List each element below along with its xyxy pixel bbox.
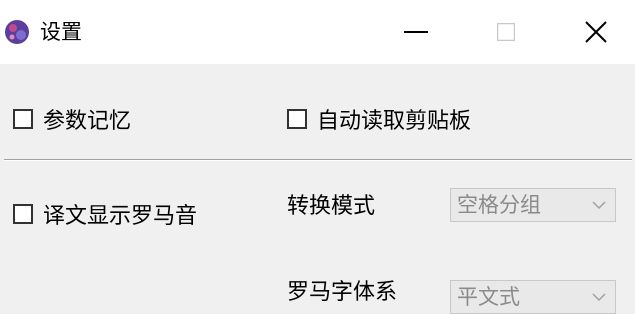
checkbox-box[interactable] [287, 109, 307, 129]
romaji-system-label: 罗马字体系 [287, 280, 398, 305]
maximize-icon [497, 23, 515, 41]
checkbox-box[interactable] [13, 109, 33, 129]
romaji-system-value: 平文式 [457, 285, 520, 309]
romaji-system-select[interactable]: 平文式 [450, 280, 616, 314]
show-romaji-label: 译文显示罗马音 [43, 204, 198, 229]
convert-mode-label: 转换模式 [287, 194, 376, 219]
window-title: 设置 [40, 20, 82, 44]
chevron-down-icon [592, 201, 606, 210]
convert-mode-select[interactable]: 空格分组 [450, 188, 616, 222]
checkbox-box[interactable] [13, 204, 33, 224]
auto-read-clipboard-label: 自动读取剪贴板 [317, 109, 472, 134]
close-icon [585, 21, 607, 43]
auto-read-clipboard-checkbox[interactable]: 自动读取剪贴板 [287, 103, 471, 135]
param-memory-checkbox[interactable]: 参数记忆 [13, 103, 131, 135]
maximize-button[interactable] [474, 0, 538, 64]
convert-mode-value: 空格分组 [457, 193, 541, 217]
title-bar: 设置 [0, 0, 635, 64]
chevron-down-icon [592, 293, 606, 302]
minimize-icon [404, 31, 428, 33]
section-divider [4, 159, 632, 161]
close-button[interactable] [564, 0, 628, 64]
minimize-button[interactable] [384, 0, 448, 64]
param-memory-label: 参数记忆 [43, 109, 132, 134]
show-romaji-checkbox[interactable]: 译文显示罗马音 [13, 198, 197, 230]
app-icon [5, 20, 29, 44]
